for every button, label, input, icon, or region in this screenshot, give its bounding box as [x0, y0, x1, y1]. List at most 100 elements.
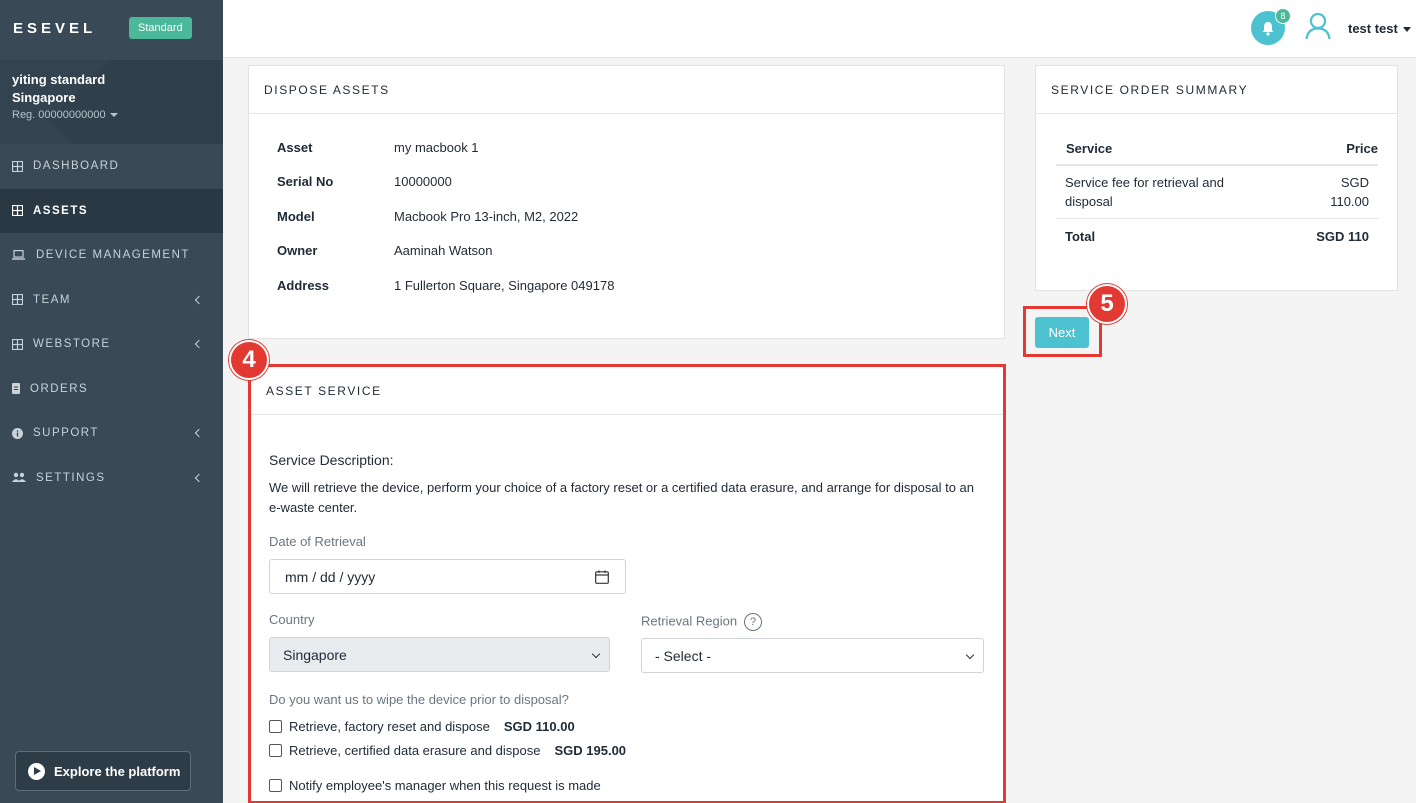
- item-label: Service fee for retrieval and disposal: [1065, 173, 1224, 211]
- sidebar-item-label: ASSETS: [33, 204, 89, 217]
- play-icon: [28, 762, 45, 780]
- detail-label: Serial No: [277, 174, 334, 189]
- sidebar-item-label: SETTINGS: [36, 471, 106, 484]
- total-value: SGD 110: [1316, 229, 1369, 244]
- date-placeholder: mm / dd / yyyy: [285, 568, 376, 585]
- asset-service-card: ASSET SERVICE Service Description: We wi…: [248, 364, 1006, 803]
- card-title: ASSET SERVICE: [251, 367, 1003, 415]
- sidebar: ESEVEL Standard yiting standard Singapor…: [0, 0, 223, 803]
- card-title: DISPOSE ASSETS: [249, 66, 1004, 114]
- dispose-assets-card: DISPOSE ASSETS Asset my macbook 1 Serial…: [248, 65, 1005, 339]
- grid-icon: [11, 294, 23, 306]
- sidebar-item-dashboard[interactable]: DASHBOARD: [0, 144, 223, 189]
- country-select[interactable]: Singapore: [269, 637, 610, 672]
- detail-value: Aaminah Watson: [394, 243, 493, 258]
- user-menu[interactable]: test test: [1348, 21, 1411, 36]
- chevron-left-icon: [194, 473, 204, 482]
- notify-manager-option[interactable]: Notify employee's manager when this requ…: [269, 778, 601, 793]
- region-value: - Select -: [655, 647, 712, 664]
- sidebar-item-support[interactable]: SUPPORT: [0, 411, 223, 456]
- document-icon: [11, 383, 20, 395]
- notify-label: Notify employee's manager when this requ…: [289, 778, 601, 793]
- sidebar-item-label: TEAM: [33, 293, 71, 306]
- annotation-step-5-badge: 5: [1087, 284, 1127, 324]
- option-label: Retrieve, certified data erasure and dis…: [289, 743, 541, 758]
- service-order-summary-card: SERVICE ORDER SUMMARY Service Price Serv…: [1035, 65, 1398, 291]
- total-label: Total: [1065, 229, 1096, 244]
- item-price: SGD 110.00: [1330, 173, 1369, 211]
- service-description: We will retrieve the device, perform you…: [269, 480, 974, 515]
- option-factory-reset[interactable]: Retrieve, factory reset and dispose SGD …: [269, 719, 575, 734]
- sidebar-nav: DASHBOARD ASSETS DEVICE MANAGEMENT TEAM …: [0, 144, 223, 500]
- retrieval-region-select[interactable]: - Select -: [641, 638, 984, 673]
- wipe-question: Do you want us to wipe the device prior …: [269, 692, 569, 707]
- next-button[interactable]: Next: [1035, 317, 1089, 348]
- detail-value: 1 Fullerton Square, Singapore 049178: [394, 278, 615, 293]
- summary-header-row: Service Price: [1056, 136, 1378, 166]
- date-label: Date of Retrieval: [269, 534, 366, 549]
- detail-label: Asset: [277, 140, 313, 155]
- item-price-line2: 110.00: [1330, 194, 1369, 209]
- account-reg[interactable]: Reg. 00000000000: [12, 109, 118, 121]
- users-icon: [11, 472, 26, 484]
- option-price: SGD 110.00: [503, 719, 575, 734]
- chevron-left-icon: [194, 429, 204, 438]
- brand-logo[interactable]: ESEVEL: [13, 20, 96, 37]
- account-switcher[interactable]: yiting standard Singapore Reg. 000000000…: [0, 60, 223, 144]
- grid-icon: [11, 160, 23, 172]
- sidebar-item-orders[interactable]: ORDERS: [0, 367, 223, 412]
- chevron-down-icon: [591, 649, 601, 659]
- checkbox[interactable]: [269, 779, 282, 792]
- caret-down-icon: [1402, 27, 1411, 33]
- chevron-left-icon: [194, 295, 204, 304]
- notification-count-badge: 8: [1275, 8, 1291, 24]
- option-price: SGD 195.00: [554, 743, 627, 758]
- sidebar-item-webstore[interactable]: WEBSTORE: [0, 322, 223, 367]
- card-title: SERVICE ORDER SUMMARY: [1036, 66, 1397, 114]
- chevron-left-icon: [194, 340, 204, 349]
- sidebar-item-label: ORDERS: [30, 382, 89, 395]
- country-value: Singapore: [283, 646, 347, 663]
- calendar-icon[interactable]: [595, 570, 609, 584]
- item-label-line2: disposal: [1065, 194, 1113, 209]
- plan-badge: Standard: [129, 17, 192, 39]
- annotation-step-4-badge: 4: [229, 340, 269, 380]
- user-avatar-icon[interactable]: [1305, 12, 1331, 40]
- caret-down-icon: [109, 113, 118, 118]
- checkbox[interactable]: [269, 744, 282, 757]
- chevron-down-icon: [965, 650, 975, 660]
- user-name: test test: [1348, 21, 1398, 36]
- item-price-line1: SGD: [1340, 175, 1369, 190]
- account-reg-text: Reg. 00000000000: [12, 109, 106, 121]
- account-name: yiting standard Singapore: [12, 72, 106, 105]
- country-label: Country: [269, 612, 315, 627]
- sidebar-item-settings[interactable]: SETTINGS: [0, 456, 223, 501]
- date-of-retrieval-input[interactable]: mm / dd / yyyy: [269, 559, 626, 594]
- help-icon[interactable]: ?: [744, 613, 763, 631]
- bell-icon: [1262, 21, 1274, 36]
- detail-value: 10000000: [394, 174, 452, 189]
- item-label-line1: Service fee for retrieval and: [1065, 175, 1224, 190]
- sidebar-item-team[interactable]: TEAM: [0, 278, 223, 323]
- detail-value: my macbook 1: [394, 140, 479, 155]
- grid-icon: [11, 338, 23, 350]
- sidebar-item-assets[interactable]: ASSETS: [0, 188, 223, 233]
- sidebar-item-device-management[interactable]: DEVICE MANAGEMENT: [0, 233, 223, 278]
- detail-label: Owner: [277, 243, 318, 258]
- explore-label: Explore the platform: [54, 763, 181, 779]
- detail-label: Model: [277, 209, 315, 224]
- explore-platform-button[interactable]: Explore the platform: [15, 751, 191, 791]
- detail-value: Macbook Pro 13-inch, M2, 2022: [394, 209, 579, 224]
- col-service: Service: [1066, 141, 1113, 156]
- brand-row: ESEVEL Standard: [0, 0, 223, 60]
- region-label-row: Retrieval Region?: [641, 613, 763, 631]
- sidebar-item-label: SUPPORT: [33, 427, 99, 440]
- checkbox[interactable]: [269, 720, 282, 733]
- sidebar-item-label: DASHBOARD: [33, 160, 120, 173]
- detail-label: Address: [277, 278, 330, 293]
- col-price: Price: [1346, 141, 1378, 156]
- service-description-title: Service Description:: [269, 452, 394, 468]
- sidebar-item-label: DEVICE MANAGEMENT: [36, 249, 190, 262]
- grid-icon: [11, 205, 23, 217]
- option-certified-erasure[interactable]: Retrieve, certified data erasure and dis…: [269, 743, 626, 758]
